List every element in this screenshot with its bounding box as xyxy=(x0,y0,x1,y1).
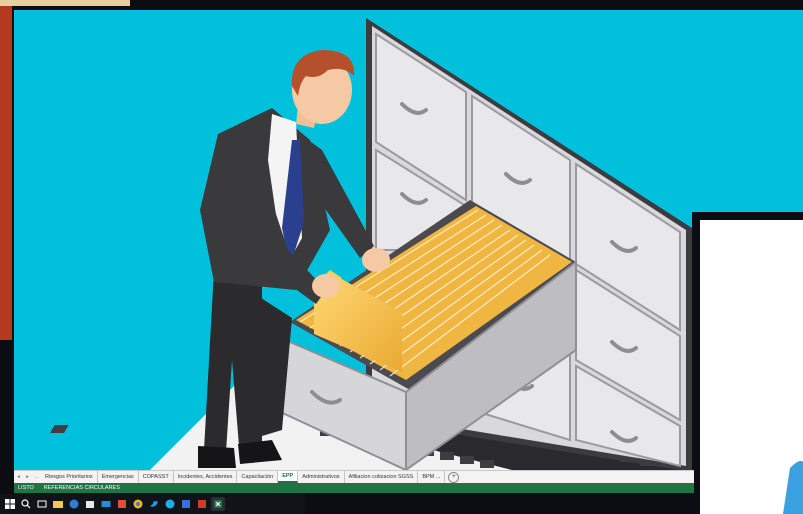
maps-icon[interactable] xyxy=(179,497,193,511)
sheet-tab-administrativos[interactable]: Administrativos xyxy=(298,471,345,483)
sheet-tab-incidentes[interactable]: Incidentes, Accidentes xyxy=(174,471,238,483)
task-view-icon[interactable] xyxy=(35,497,49,511)
sheet-tabs-bar: ◂ ▸ ... Riesgos Prioritarios Emergencias… xyxy=(14,470,694,483)
screen: ◂ ▸ ... Riesgos Prioritarios Emergencias… xyxy=(0,0,803,514)
edge-icon[interactable] xyxy=(67,497,81,511)
sheet-tab-copasst[interactable]: COPASST xyxy=(139,471,174,483)
twitter-icon[interactable] xyxy=(147,497,161,511)
windows-taskbar xyxy=(0,494,305,514)
file-explorer-icon[interactable] xyxy=(51,497,65,511)
media-icon[interactable] xyxy=(115,497,129,511)
sheet-tab-riesgos[interactable]: Riesgos Prioritarios xyxy=(41,471,98,483)
status-circular-refs[interactable]: REFERENCIAS CIRCULARES xyxy=(44,485,120,491)
sheet-tab-emergencias[interactable]: Emergencias xyxy=(98,471,139,483)
acrobat-icon[interactable] xyxy=(195,497,209,511)
sheet-next-button[interactable]: ▸ xyxy=(23,474,32,480)
chrome-icon[interactable] xyxy=(131,497,145,511)
sheet-tab-epp[interactable]: EPP xyxy=(278,471,299,483)
search-icon[interactable] xyxy=(19,497,33,511)
status-bar: LISTO REFERENCIAS CIRCULARES xyxy=(14,483,694,493)
sheet-more-button[interactable]: ... xyxy=(32,474,41,480)
store-icon[interactable] xyxy=(83,497,97,511)
overlay-window xyxy=(692,212,803,514)
sheet-tab-bpm[interactable]: BPM ... xyxy=(418,471,446,483)
excel-icon[interactable] xyxy=(211,497,225,511)
illustration xyxy=(0,0,803,514)
sheet-tab-capacitacion[interactable]: Capacitación xyxy=(237,471,279,483)
status-ready: LISTO xyxy=(18,485,34,491)
add-sheet-button[interactable]: + xyxy=(448,471,460,483)
skype-icon[interactable] xyxy=(163,497,177,511)
sheet-prev-button[interactable]: ◂ xyxy=(14,474,23,480)
windows-start-icon[interactable] xyxy=(3,497,17,511)
sheet-tab-afiliacion[interactable]: Afiliacion cotizacion SGSS xyxy=(345,471,419,483)
mail-icon[interactable] xyxy=(99,497,113,511)
